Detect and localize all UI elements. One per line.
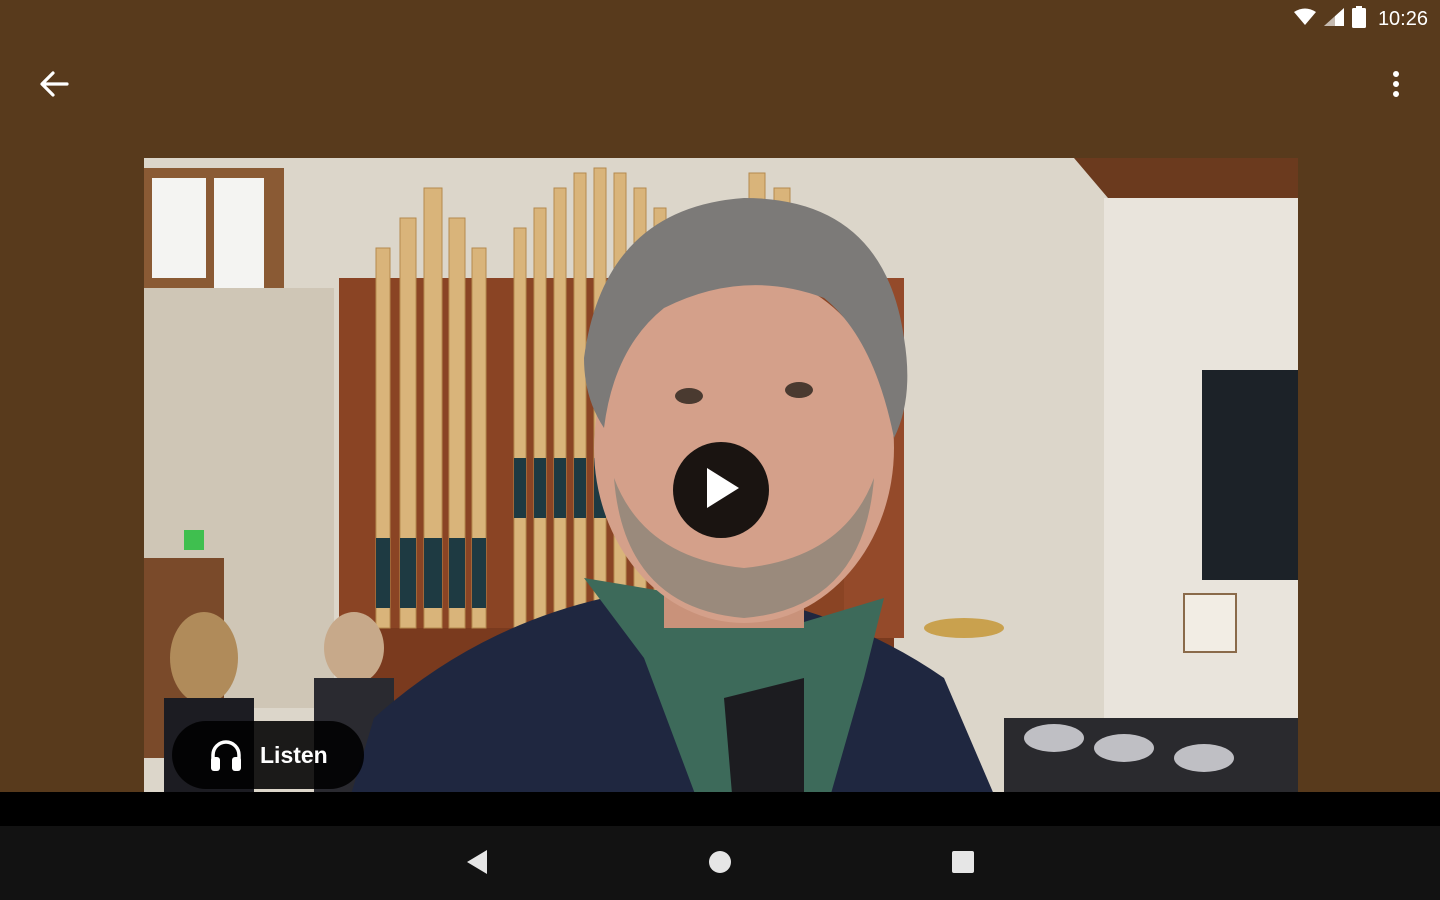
status-bar: 10:26 [0, 0, 1440, 38]
nav-recents-icon [951, 850, 975, 879]
app-bar [0, 38, 1440, 130]
cell-signal-icon [1323, 7, 1344, 31]
battery-icon [1351, 5, 1366, 33]
arrow-back-icon [39, 70, 69, 102]
nav-recents-button[interactable] [943, 844, 983, 884]
listen-label: Listen [260, 741, 328, 768]
listen-button[interactable]: Listen [172, 721, 364, 789]
status-clock: 10:26 [1377, 7, 1428, 30]
system-nav-bar [0, 826, 1440, 900]
nav-back-icon [465, 849, 489, 880]
wifi-icon [1293, 8, 1316, 31]
nav-back-button[interactable] [457, 844, 497, 884]
headphones-icon [208, 737, 244, 773]
nav-home-button[interactable] [700, 844, 740, 884]
overflow-menu-button[interactable] [1380, 66, 1412, 106]
status-icons: 10:26 [1293, 5, 1428, 33]
video-thumbnail[interactable]: Listen [144, 158, 1298, 818]
play-icon [701, 466, 741, 515]
more-vertical-icon [1392, 70, 1400, 103]
video-letterbox-strip [0, 792, 1440, 826]
back-button[interactable] [30, 66, 78, 106]
nav-home-icon [708, 850, 732, 879]
play-button[interactable] [673, 442, 769, 538]
